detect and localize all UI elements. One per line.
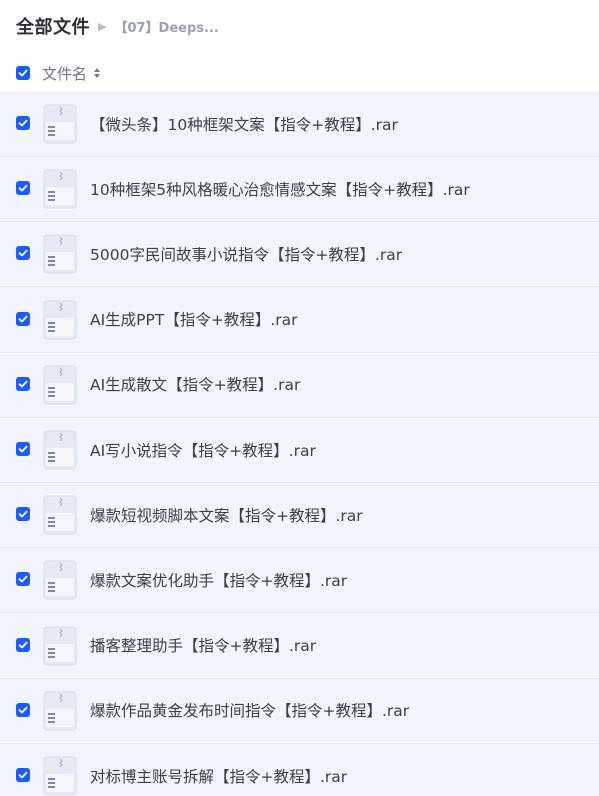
archive-file-icon xyxy=(43,560,77,600)
file-row[interactable]: AI写小说指令【指令+教程】.rar xyxy=(0,417,599,483)
archive-file-icon xyxy=(43,104,77,144)
checkmark-icon xyxy=(18,576,28,583)
archive-file-icon xyxy=(43,430,77,470)
file-row[interactable]: 10种框架5种风格暖心治愈情感文案【指令+教程】.rar xyxy=(0,156,599,223)
file-checkbox[interactable] xyxy=(16,572,30,587)
file-name[interactable]: 爆款文案优化助手【指令+教程】.rar xyxy=(90,547,347,612)
checkmark-icon xyxy=(18,315,28,322)
file-row[interactable]: 爆款作品黄金发布时间指令【指令+教程】.rar xyxy=(0,678,599,744)
list-header: 文件名 xyxy=(0,56,599,90)
file-row[interactable]: AI生成散文【指令+教程】.rar xyxy=(0,352,599,418)
archive-file-icon xyxy=(43,691,77,731)
checkmark-icon xyxy=(18,706,28,714)
file-name[interactable]: AI生成PPT【指令+教程】.rar xyxy=(90,287,298,352)
checkmark-icon xyxy=(18,510,28,518)
file-name[interactable]: 对标博主账号拆解【指令+教程】.rar xyxy=(90,743,347,796)
sort-by-name-header[interactable]: 文件名 xyxy=(42,63,101,84)
checkmark-icon xyxy=(18,184,28,192)
file-name[interactable]: 爆款短视频脚本文案【指令+教程】.rar xyxy=(90,482,363,547)
file-list: 【微头条】10种框架文案【指令+教程】.rar 10种框架5种风格暖心治愈情感文… xyxy=(0,91,599,796)
chevron-right-icon: ▶ xyxy=(98,20,107,33)
archive-file-icon xyxy=(43,365,77,405)
file-checkbox[interactable] xyxy=(16,246,30,261)
file-row[interactable]: 播客整理助手【指令+教程】.rar xyxy=(0,613,599,679)
file-checkbox[interactable] xyxy=(16,702,30,717)
breadcrumb-root[interactable]: 全部文件 xyxy=(16,13,90,39)
file-name[interactable]: 10种框架5种风格暖心治愈情感文案【指令+教程】.rar xyxy=(90,156,470,221)
archive-file-icon xyxy=(43,626,77,666)
archive-file-icon xyxy=(43,300,77,340)
file-row[interactable]: 爆款短视频脚本文案【指令+教程】.rar xyxy=(0,482,599,549)
file-row[interactable]: AI生成PPT【指令+教程】.rar xyxy=(0,287,599,353)
file-manager-page: 全部文件 ▶ 【07】Deeps... 文件名 【微头条】10种框架文案【指令+… xyxy=(0,0,599,796)
checkmark-icon xyxy=(18,445,28,453)
file-checkbox[interactable] xyxy=(16,116,30,130)
file-checkbox[interactable] xyxy=(16,637,30,652)
file-name[interactable]: 播客整理助手【指令+教程】.rar xyxy=(90,613,316,678)
select-all-checkbox[interactable] xyxy=(16,66,30,80)
file-row[interactable]: 爆款文案优化助手【指令+教程】.rar xyxy=(0,547,599,614)
file-name[interactable]: 5000字民间故事小说指令【指令+教程】.rar xyxy=(90,221,402,286)
checkmark-icon xyxy=(18,250,28,257)
file-checkbox[interactable] xyxy=(16,768,30,782)
checkmark-icon xyxy=(18,69,28,77)
file-name[interactable]: AI生成散文【指令+教程】.rar xyxy=(90,352,300,417)
file-checkbox[interactable] xyxy=(16,507,30,522)
file-checkbox[interactable] xyxy=(16,181,30,196)
breadcrumb: 全部文件 ▶ 【07】Deeps... xyxy=(16,10,219,42)
archive-file-icon xyxy=(43,169,77,209)
file-name[interactable]: AI写小说指令【指令+教程】.rar xyxy=(90,417,316,482)
file-checkbox[interactable] xyxy=(16,376,30,391)
name-column-label: 文件名 xyxy=(42,64,88,83)
archive-file-icon xyxy=(43,495,77,535)
breadcrumb-current[interactable]: 【07】Deeps... xyxy=(114,17,218,36)
file-name[interactable]: 爆款作品黄金发布时间指令【指令+教程】.rar xyxy=(90,678,409,743)
archive-file-icon xyxy=(43,756,77,796)
archive-file-icon xyxy=(43,234,77,274)
file-checkbox[interactable] xyxy=(16,442,30,456)
file-row[interactable]: 【微头条】10种框架文案【指令+教程】.rar xyxy=(0,91,599,157)
checkmark-icon xyxy=(18,119,28,127)
checkmark-icon xyxy=(18,380,28,388)
checkmark-icon xyxy=(18,771,28,779)
file-row[interactable]: 5000字民间故事小说指令【指令+教程】.rar xyxy=(0,221,599,288)
checkmark-icon xyxy=(18,641,28,648)
sort-icon xyxy=(94,68,101,78)
file-checkbox[interactable] xyxy=(16,311,30,326)
file-name[interactable]: 【微头条】10种框架文案【指令+教程】.rar xyxy=(90,91,398,156)
file-row[interactable]: 对标博主账号拆解【指令+教程】.rar xyxy=(0,743,599,796)
